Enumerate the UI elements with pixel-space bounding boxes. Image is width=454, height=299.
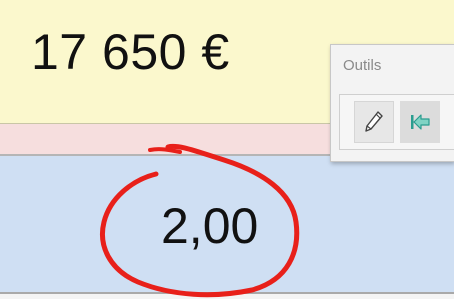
edit-button[interactable] xyxy=(354,101,394,143)
pencil-icon xyxy=(365,111,383,132)
amount-value: 17 650 € xyxy=(31,24,230,80)
go-first-button[interactable] xyxy=(400,101,440,143)
tools-button-bar xyxy=(339,94,454,150)
cell-value[interactable]: 2,00 xyxy=(161,196,258,256)
tools-palette-title: Outils xyxy=(343,57,382,74)
tools-palette[interactable]: Outils xyxy=(330,44,454,162)
next-row xyxy=(0,294,454,299)
go-first-arrow-icon xyxy=(411,114,430,130)
